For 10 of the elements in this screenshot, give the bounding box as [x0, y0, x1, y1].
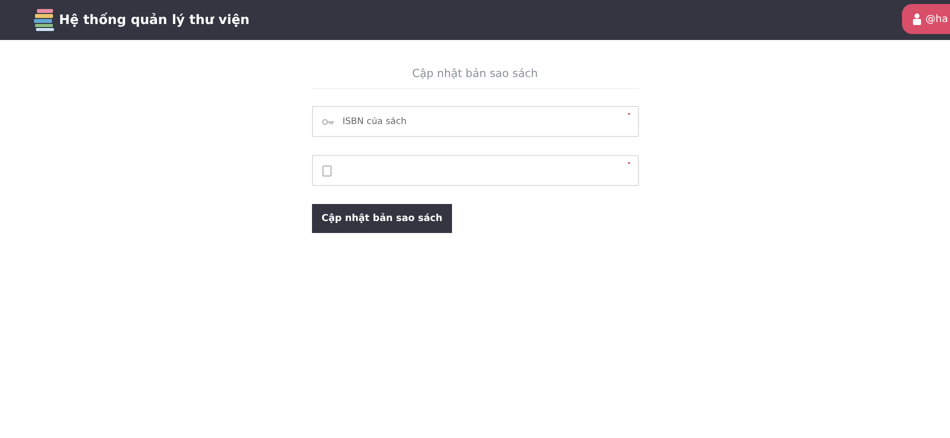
- form-title: Cập nhật bản sao sách: [312, 67, 638, 89]
- submit-button[interactable]: Cập nhật bản sao sách: [312, 204, 452, 233]
- input-field[interactable]: ISBN của sách: [312, 106, 638, 137]
- books-icon: [33, 8, 55, 32]
- app-title: Hệ thống quản lý thư viện: [59, 12, 250, 28]
- key-icon: [322, 118, 334, 125]
- user-badge[interactable]: @ha: [902, 4, 950, 34]
- input-field[interactable]: [312, 155, 638, 186]
- user-icon: [912, 13, 922, 25]
- document-icon: [322, 164, 332, 176]
